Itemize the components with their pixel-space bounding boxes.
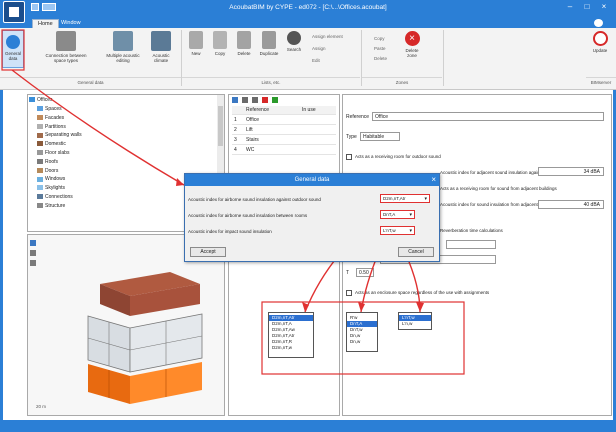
arrow-general-data: [11, 69, 185, 186]
dialog-row1-label: Acoustic index for airborne sound insula…: [188, 197, 321, 202]
general-data-highlight: [1, 29, 25, 71]
row3-select[interactable]: L'nT,w: [380, 226, 415, 235]
dropdown-option[interactable]: L'n,w: [399, 321, 431, 327]
cancel-button[interactable]: Cancel: [398, 247, 434, 257]
arrowhead: [176, 178, 184, 186]
arrowhead: [358, 302, 365, 312]
arrowhead: [416, 302, 424, 312]
left-edge-strip: [0, 90, 3, 420]
dialog-row2-label: Acoustic index for airborne sound insula…: [188, 213, 308, 218]
row2-select[interactable]: DnT,A: [380, 210, 415, 219]
dropdown-list-3: L'nT,w L'n,w: [398, 312, 432, 330]
status-bar: [0, 420, 616, 432]
dialog-title: General data: [185, 174, 439, 186]
dialog-close-icon[interactable]: ×: [431, 175, 436, 184]
dropdown-option[interactable]: Dn,w: [347, 339, 377, 345]
dropdown-option[interactable]: D2m,nT,w: [269, 345, 313, 351]
accept-button[interactable]: Accept: [190, 247, 226, 257]
dialog-row3-label: Acoustic index for impact sound insulati…: [188, 229, 272, 234]
row1-select[interactable]: D2m,nT,Atr: [380, 194, 430, 203]
dropdown-list-1: D2m,nT,Atr D2m,nT,A D2m,nT,Aw D2m,nT,Atr…: [268, 312, 314, 358]
dropdown-list-2: R'w DnT,A DnT,w Dn,w Dn,w: [346, 312, 378, 352]
